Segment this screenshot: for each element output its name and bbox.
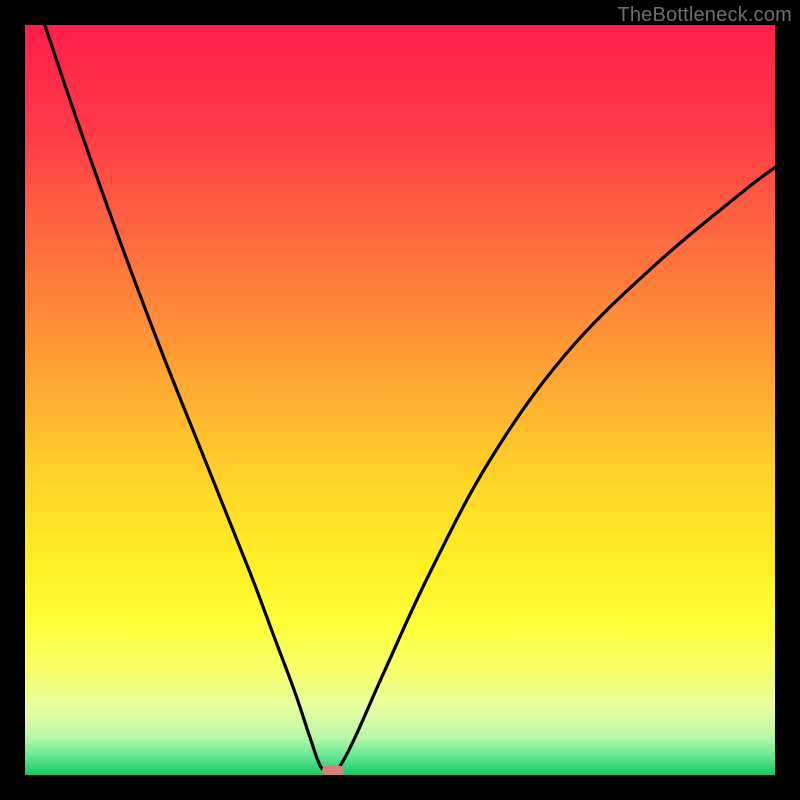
plot-area	[25, 25, 775, 775]
watermark-text: TheBottleneck.com	[617, 4, 792, 27]
bottleneck-curve	[25, 25, 775, 775]
optimum-marker	[322, 765, 344, 775]
chart-frame: TheBottleneck.com	[0, 0, 800, 800]
